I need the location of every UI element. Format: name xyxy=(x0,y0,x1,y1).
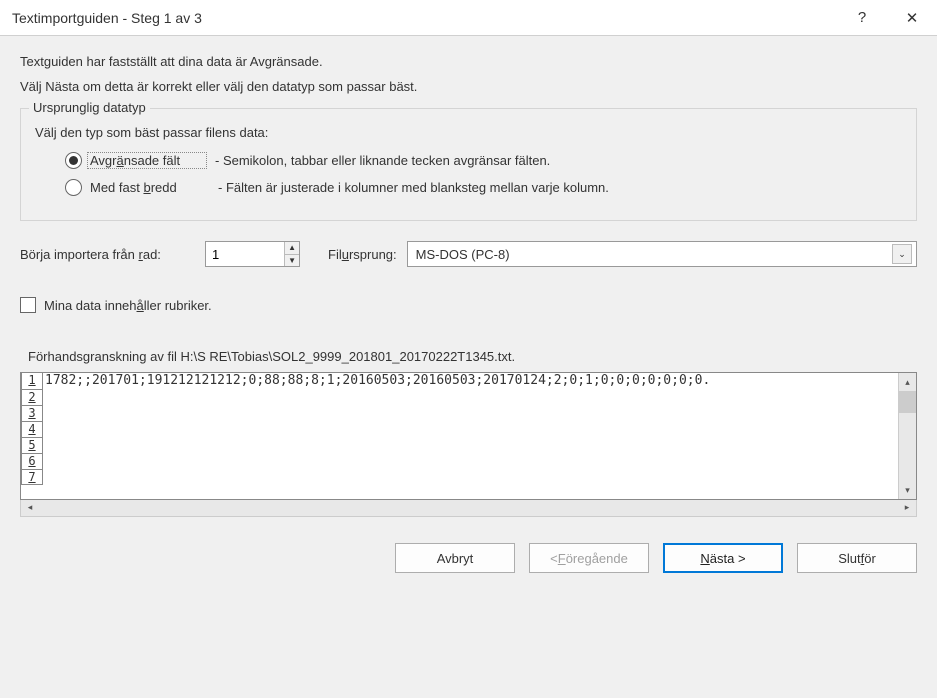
radio-delimited[interactable] xyxy=(65,152,82,169)
spin-down-icon[interactable]: ▼ xyxy=(285,255,299,267)
import-start-row: Börja importera från rad: ▲ ▼ Filursprun… xyxy=(20,241,917,267)
radio-delimited-label: Avgränsade fält xyxy=(87,152,207,169)
vertical-scrollbar[interactable]: ▴ ▾ xyxy=(898,373,916,499)
window-title: Textimportguiden - Steg 1 av 3 xyxy=(12,10,837,26)
scroll-left-icon[interactable]: ◂ xyxy=(21,499,39,516)
intro-text-2: Välj Nästa om detta är korrekt eller väl… xyxy=(20,79,917,94)
start-row-spinner[interactable]: ▲ ▼ xyxy=(205,241,300,267)
help-button[interactable]: ? xyxy=(837,0,887,35)
datatype-group: Ursprunglig datatyp Välj den typ som bäs… xyxy=(20,108,917,221)
preview-label: Förhandsgranskning av fil H:\S RE\Tobias… xyxy=(28,349,917,364)
datatype-legend: Ursprunglig datatyp xyxy=(29,100,150,115)
intro-text-1: Textguiden har fastställt att dina data … xyxy=(20,54,917,69)
horizontal-scrollbar[interactable]: ◂ ▸ xyxy=(20,499,917,517)
preview-rownum: 2 xyxy=(21,389,43,405)
headers-checkbox[interactable] xyxy=(20,297,36,313)
preview-rownum: 1 xyxy=(21,373,43,389)
preview-rownum: 4 xyxy=(21,421,43,437)
datatype-instruction: Välj den typ som bäst passar filens data… xyxy=(35,125,902,140)
scroll-down-icon[interactable]: ▾ xyxy=(899,481,916,499)
spinner-buttons: ▲ ▼ xyxy=(284,242,299,266)
headers-checkbox-row[interactable]: Mina data innehåller rubriker. xyxy=(20,297,917,313)
preview-rownum: 7 xyxy=(21,469,43,485)
preview-data-line-1: 1782;;201701;191212121212;0;88;88;8;1;20… xyxy=(43,373,896,389)
back-button: < Föregående xyxy=(529,543,649,573)
file-origin-label: Filursprung: xyxy=(328,247,397,262)
file-origin-select[interactable]: MS-DOS (PC-8) ⌄ xyxy=(407,241,917,267)
titlebar: Textimportguiden - Steg 1 av 3 ? ✕ xyxy=(0,0,937,36)
file-origin-value: MS-DOS (PC-8) xyxy=(416,247,510,262)
vscroll-track[interactable] xyxy=(899,391,916,481)
start-row-input[interactable] xyxy=(206,242,284,266)
titlebar-buttons: ? ✕ xyxy=(837,0,937,35)
radio-fixed[interactable] xyxy=(65,179,82,196)
scroll-right-icon[interactable]: ▸ xyxy=(898,499,916,516)
preview-rownum: 3 xyxy=(21,405,43,421)
radio-fixed-desc: - Fälten är justerade i kolumner med bla… xyxy=(218,180,609,195)
radio-delimited-row[interactable]: Avgränsade fält - Semikolon, tabbar elle… xyxy=(65,152,902,169)
headers-label: Mina data innehåller rubriker. xyxy=(44,298,212,313)
preview-box: 1 2 3 4 5 6 7 1782;;201701;191212121212;… xyxy=(20,372,917,500)
dialog-buttons: Avbryt < Föregående Nästa > Slutför xyxy=(20,543,917,573)
start-row-label: Börja importera från rad: xyxy=(20,247,195,262)
preview-data: 1782;;201701;191212121212;0;88;88;8;1;20… xyxy=(43,373,896,499)
preview-rownum: 6 xyxy=(21,453,43,469)
vscroll-thumb[interactable] xyxy=(899,391,916,413)
preview-row-numbers: 1 2 3 4 5 6 7 xyxy=(21,373,43,499)
hscroll-track[interactable] xyxy=(39,499,898,516)
close-button[interactable]: ✕ xyxy=(887,0,937,35)
chevron-down-icon[interactable]: ⌄ xyxy=(892,244,912,264)
dialog-content: Textguiden har fastställt att dina data … xyxy=(0,36,937,589)
scroll-up-icon[interactable]: ▴ xyxy=(899,373,916,391)
preview-rownum: 5 xyxy=(21,437,43,453)
radio-delimited-desc: - Semikolon, tabbar eller liknande tecke… xyxy=(215,153,550,168)
spin-up-icon[interactable]: ▲ xyxy=(285,242,299,255)
radio-fixed-row[interactable]: Med fast bredd - Fälten är justerade i k… xyxy=(65,179,902,196)
radio-fixed-label: Med fast bredd xyxy=(90,180,210,195)
next-button[interactable]: Nästa > xyxy=(663,543,783,573)
finish-button[interactable]: Slutför xyxy=(797,543,917,573)
cancel-button[interactable]: Avbryt xyxy=(395,543,515,573)
